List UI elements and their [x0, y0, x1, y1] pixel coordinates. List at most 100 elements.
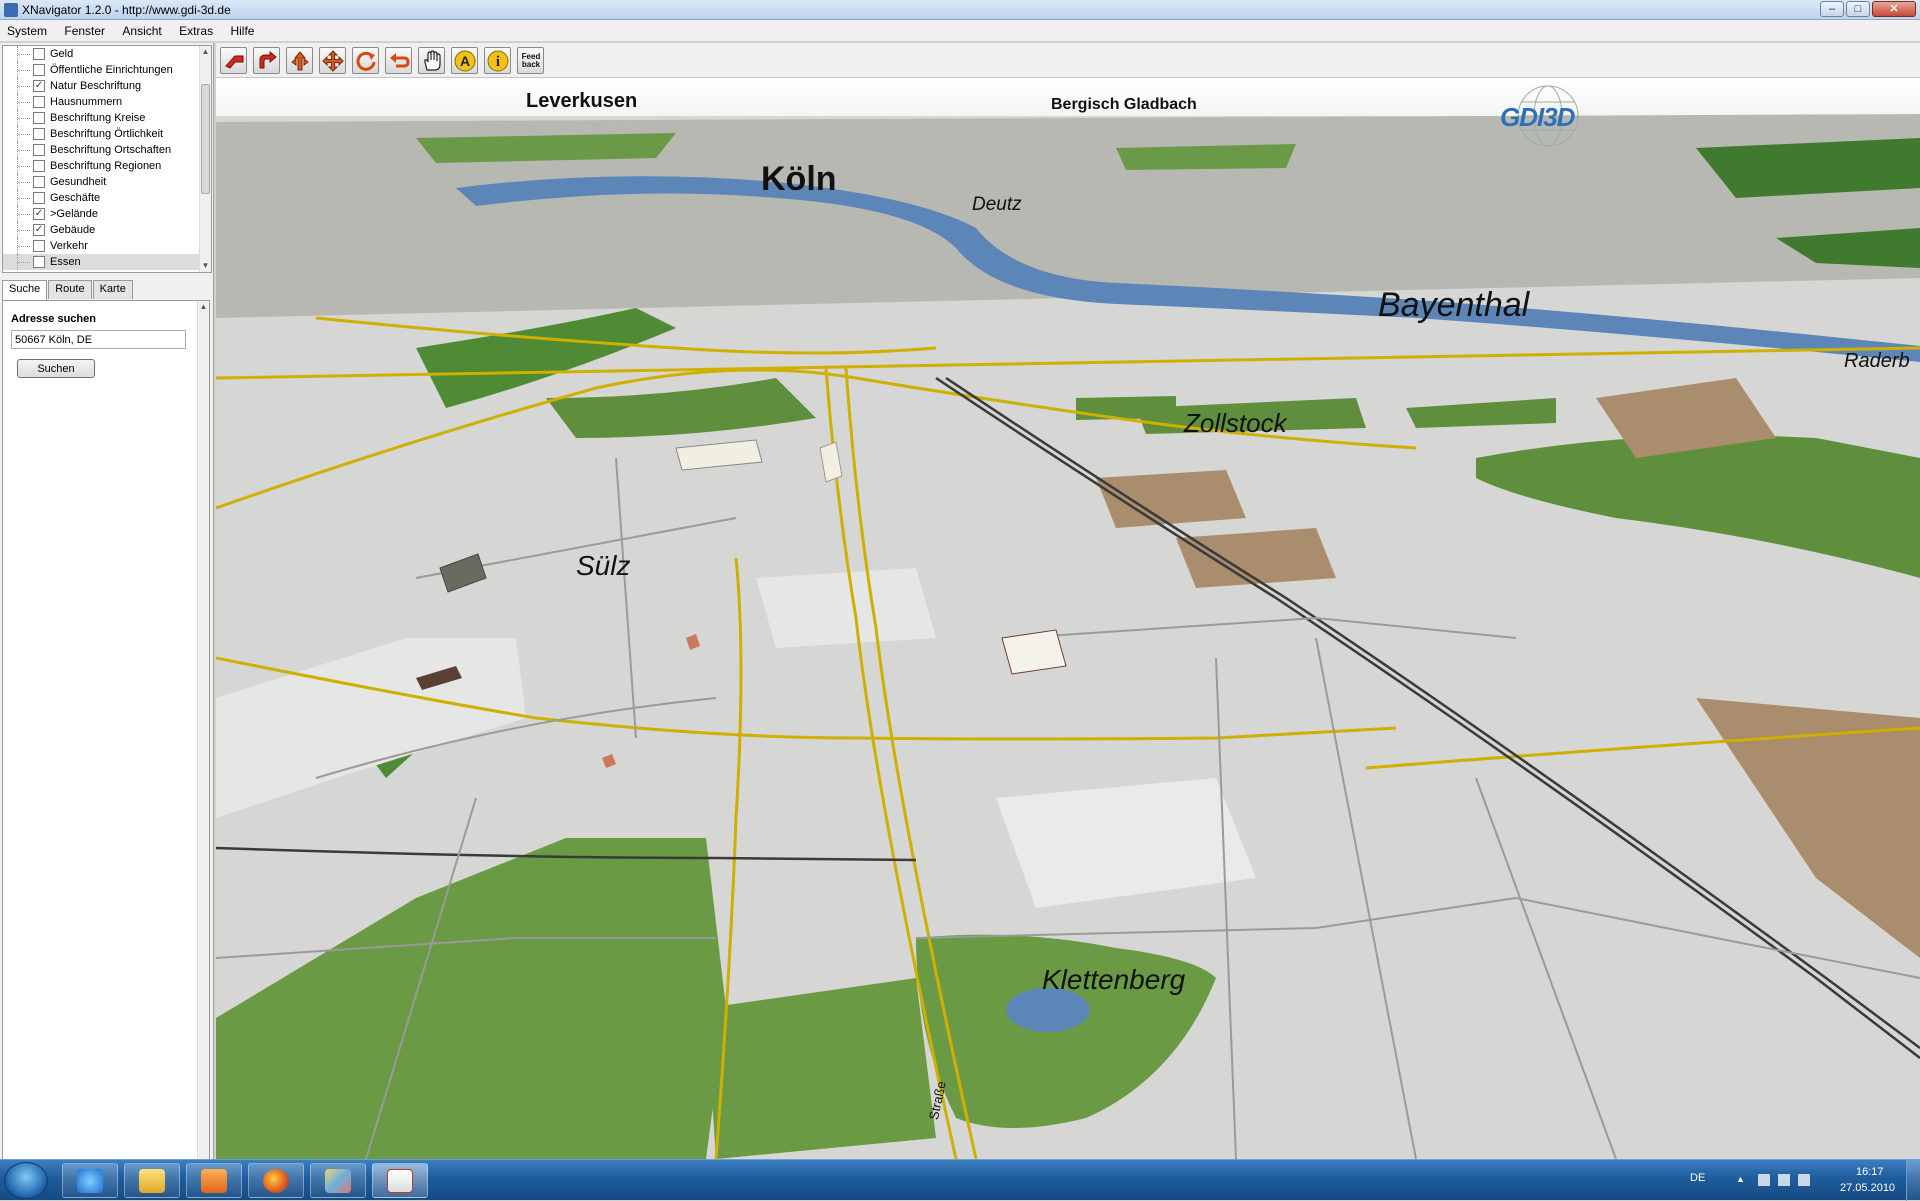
- layer-row[interactable]: Hausnummern: [3, 94, 211, 110]
- place-suelz: Sülz: [576, 550, 631, 581]
- layer-label: Gesundheit: [50, 176, 107, 188]
- address-input[interactable]: [11, 330, 186, 349]
- search-button[interactable]: Suchen: [17, 359, 95, 378]
- layer-checkbox[interactable]: ✓: [33, 224, 45, 236]
- layer-row[interactable]: ✓ Gebäude: [3, 222, 211, 238]
- layer-row[interactable]: Geld: [3, 46, 211, 62]
- volume-icon[interactable]: [1798, 1174, 1810, 1186]
- tree-connector: [17, 142, 31, 158]
- taskbar-firefox[interactable]: [248, 1163, 304, 1198]
- menu-hilfe[interactable]: Hilfe: [223, 20, 261, 42]
- search-pane-scrollbar[interactable]: ▲ ▼: [197, 301, 209, 1196]
- minimize-button[interactable]: –: [1820, 1, 1844, 17]
- system-tray: DE ▲ 16:17 27.05.2010: [1690, 1160, 1920, 1201]
- network-icon[interactable]: [1778, 1174, 1790, 1186]
- layer-checkbox[interactable]: [33, 128, 45, 140]
- menu-system[interactable]: System: [0, 20, 54, 42]
- return-icon: [390, 53, 410, 68]
- minimize-icon: –: [1828, 3, 1836, 15]
- layer-label: Beschriftung Regionen: [50, 160, 162, 172]
- svg-text:i: i: [496, 54, 500, 70]
- layer-tree: Geld Öffentliche Einrichtungen ✓ Natur Besc…: [2, 45, 212, 273]
- green-area: [1116, 144, 1296, 170]
- scroll-down-icon[interactable]: ▼: [200, 260, 211, 272]
- scroll-thumb[interactable]: [201, 84, 210, 194]
- tab-suche[interactable]: Suche: [2, 280, 48, 301]
- tray-expand-icon[interactable]: ▲: [1736, 1174, 1748, 1186]
- layer-checkbox[interactable]: [33, 192, 45, 204]
- menu-bar: System Fenster Ansicht Extras Hilfe: [0, 20, 1920, 42]
- place-bayenthal: Bayenthal: [1378, 286, 1530, 324]
- taskbar-explorer[interactable]: [124, 1163, 180, 1198]
- tool-label[interactable]: A: [451, 47, 478, 74]
- layer-label: Beschriftung Kreise: [50, 112, 146, 124]
- layer-checkbox[interactable]: [33, 256, 45, 268]
- layer-checkbox[interactable]: [33, 112, 45, 124]
- layer-checkbox[interactable]: [33, 240, 45, 252]
- layer-row[interactable]: Beschriftung Regionen: [3, 158, 211, 174]
- close-button[interactable]: ✕: [1872, 1, 1916, 17]
- maximize-button[interactable]: □: [1846, 1, 1870, 17]
- layer-row[interactable]: Essen: [3, 254, 211, 270]
- action-center-icon[interactable]: [1758, 1174, 1770, 1186]
- taskbar-paint[interactable]: [310, 1163, 366, 1198]
- tool-info[interactable]: i: [484, 47, 511, 74]
- tab-route[interactable]: Route: [48, 280, 92, 299]
- tool-hand[interactable]: [418, 47, 445, 74]
- clock-time[interactable]: 16:17: [1856, 1166, 1884, 1178]
- layer-checkbox[interactable]: [33, 64, 45, 76]
- tool-return[interactable]: [385, 47, 412, 74]
- gdi3d-logo: GDI3D: [1482, 82, 1592, 152]
- layer-checkbox[interactable]: [33, 48, 45, 60]
- layer-checkbox[interactable]: [33, 160, 45, 172]
- clock-date[interactable]: 27.05.2010: [1840, 1182, 1895, 1194]
- layer-label: >Gelände: [50, 208, 99, 220]
- start-button[interactable]: [4, 1162, 48, 1199]
- layer-row[interactable]: Beschriftung Örtlichkeit: [3, 126, 211, 142]
- feedback-icon: Feed back: [522, 52, 541, 69]
- tool-feedback[interactable]: Feed back: [517, 47, 544, 74]
- move-up-icon: [291, 51, 309, 71]
- layer-checkbox[interactable]: [33, 144, 45, 156]
- layer-checkbox[interactable]: [33, 96, 45, 108]
- language-indicator[interactable]: DE: [1690, 1172, 1705, 1184]
- scroll-up-icon[interactable]: ▲: [200, 46, 211, 58]
- place-raderberg: Raderb: [1844, 350, 1910, 372]
- tool-turn[interactable]: [253, 47, 280, 74]
- tool-refresh[interactable]: [352, 47, 379, 74]
- show-desktop-button[interactable]: [1906, 1160, 1920, 1201]
- menu-extras[interactable]: Extras: [172, 20, 220, 42]
- layer-row[interactable]: Beschriftung Ortschaften: [3, 142, 211, 158]
- taskbar-java-xnavigator[interactable]: [372, 1163, 428, 1198]
- layer-row[interactable]: ✓ >Gelände: [3, 206, 211, 222]
- layer-row[interactable]: Öffentliche Einrichtungen: [3, 62, 211, 78]
- menu-ansicht[interactable]: Ansicht: [115, 20, 168, 42]
- tool-pan[interactable]: [319, 47, 346, 74]
- tab-karte[interactable]: Karte: [92, 280, 133, 299]
- place-koeln: Köln: [761, 160, 837, 198]
- layer-row[interactable]: ✓ Natur Beschriftung: [3, 78, 211, 94]
- layer-row[interactable]: Gesundheit: [3, 174, 211, 190]
- layer-tree-scrollbar[interactable]: ▲ ▼: [199, 46, 211, 272]
- tree-connector: [17, 190, 31, 206]
- taskbar-internet-explorer[interactable]: [62, 1163, 118, 1198]
- tool-rotate-left[interactable]: [220, 47, 247, 74]
- menu-fenster[interactable]: Fenster: [57, 20, 112, 42]
- layer-checkbox[interactable]: ✓: [33, 208, 45, 220]
- layer-row[interactable]: Beschriftung Kreise: [3, 110, 211, 126]
- tree-connector: [17, 158, 31, 174]
- layer-row[interactable]: Verkehr: [3, 238, 211, 254]
- svg-text:back: back: [522, 60, 541, 69]
- layer-checkbox[interactable]: ✓: [33, 80, 45, 92]
- hand-icon: [424, 50, 441, 71]
- layer-row[interactable]: Geschäfte: [3, 190, 211, 206]
- tool-move-up[interactable]: [286, 47, 313, 74]
- window-title: XNavigator 1.2.0 - http://www.gdi-3d.de: [22, 3, 231, 17]
- scroll-up-icon[interactable]: ▲: [198, 301, 209, 313]
- search-heading: Adresse suchen: [11, 313, 96, 325]
- layer-checkbox[interactable]: [33, 176, 45, 188]
- refresh-icon: [356, 51, 376, 71]
- taskbar-media-player[interactable]: [186, 1163, 242, 1198]
- map-3d-view[interactable]: Leverkusen Bergisch Gladbach Köln Deutz …: [216, 78, 1920, 1159]
- app-icon: [4, 3, 18, 17]
